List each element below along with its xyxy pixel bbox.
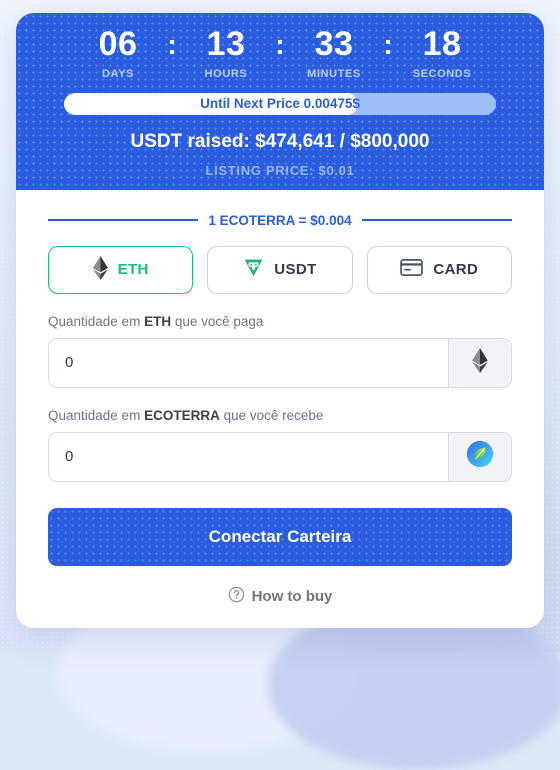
tab-payment-eth[interactable]: ETH bbox=[48, 245, 194, 294]
countdown-hours-value: 13 bbox=[206, 25, 246, 63]
pay-label-prefix: Quantidade em bbox=[48, 313, 145, 329]
receive-amount-label: Quantidade em ECOTERRA que você recebe bbox=[48, 408, 512, 423]
countdown-unit-days: 06 DAYS bbox=[71, 25, 165, 80]
progress-bar-label: Until Next Price 0.00475$ bbox=[200, 96, 360, 112]
presale-body: 1 ECOTERRA = $0.004 ETH USDT CARD Quanti… bbox=[16, 213, 544, 607]
countdown-unit-seconds: 18 SECONDS bbox=[395, 25, 489, 80]
countdown-seconds-value: 18 bbox=[422, 25, 462, 63]
receive-amount-input-row bbox=[48, 431, 512, 482]
connect-wallet-button[interactable]: Conectar Carteira bbox=[48, 507, 512, 566]
presale-widget-card: 06 DAYS : 13 HOURS : 33 MINUTES : 18 SEC… bbox=[16, 13, 544, 628]
countdown-separator: : bbox=[167, 29, 177, 60]
receive-label-currency: ECOTERRA bbox=[144, 407, 220, 423]
ecoterra-leaf-icon bbox=[466, 440, 494, 473]
rate-divider-left bbox=[48, 219, 199, 222]
ethereum-icon bbox=[92, 255, 108, 284]
countdown-hours-label: HOURS bbox=[204, 67, 248, 80]
countdown-unit-hours: 13 HOURS bbox=[179, 25, 273, 80]
pay-amount-input[interactable] bbox=[49, 338, 448, 387]
receive-amount-input[interactable] bbox=[49, 432, 448, 481]
tether-icon bbox=[243, 257, 264, 282]
countdown-timer: 06 DAYS : 13 HOURS : 33 MINUTES : 18 SEC… bbox=[16, 25, 544, 80]
presale-header: 06 DAYS : 13 HOURS : 33 MINUTES : 18 SEC… bbox=[16, 13, 544, 190]
countdown-days-label: DAYS bbox=[102, 67, 134, 80]
tab-eth-label: ETH bbox=[117, 261, 149, 279]
how-to-buy-link[interactable]: How to buy bbox=[48, 586, 512, 607]
countdown-seconds-label: SECONDS bbox=[412, 67, 472, 80]
connect-wallet-label: Conectar Carteira bbox=[208, 526, 352, 546]
payment-method-tabs: ETH USDT CARD bbox=[48, 245, 512, 294]
ethereum-icon bbox=[472, 347, 488, 378]
countdown-separator: : bbox=[383, 29, 393, 60]
receive-label-prefix: Quantidade em bbox=[48, 407, 145, 423]
countdown-minutes-label: MINUTES bbox=[307, 67, 361, 80]
countdown-separator: : bbox=[275, 29, 285, 60]
presale-progress-bar: Until Next Price 0.00475$ bbox=[64, 92, 496, 115]
pay-currency-icon-box bbox=[448, 338, 511, 387]
tab-usdt-label: USDT bbox=[274, 261, 317, 279]
question-circle-icon bbox=[228, 586, 245, 607]
receive-label-suffix: que você recebe bbox=[219, 407, 324, 423]
pay-amount-input-row bbox=[48, 337, 512, 388]
countdown-minutes-value: 33 bbox=[314, 25, 354, 63]
receive-currency-icon-box bbox=[448, 432, 511, 481]
pay-label-currency: ETH bbox=[144, 313, 172, 329]
tab-payment-usdt[interactable]: USDT bbox=[207, 245, 353, 294]
pay-amount-label: Quantidade em ETH que você paga bbox=[48, 314, 512, 329]
countdown-days-value: 06 bbox=[98, 25, 138, 63]
token-rate-label: 1 ECOTERRA = $0.004 bbox=[208, 212, 352, 228]
usdt-raised-text: USDT raised: $474,641 / $800,000 bbox=[130, 130, 430, 152]
tab-payment-card[interactable]: CARD bbox=[366, 245, 512, 294]
listing-price-text: LISTING PRICE: $0.01 bbox=[205, 162, 355, 178]
pay-label-suffix: que você paga bbox=[171, 313, 264, 329]
countdown-unit-minutes: 33 MINUTES bbox=[287, 25, 381, 80]
tab-card-label: CARD bbox=[433, 261, 479, 279]
credit-card-icon bbox=[400, 258, 424, 281]
rate-divider-right bbox=[361, 219, 512, 222]
token-rate-row: 1 ECOTERRA = $0.004 bbox=[48, 213, 512, 228]
how-to-buy-label: How to buy bbox=[251, 587, 333, 605]
